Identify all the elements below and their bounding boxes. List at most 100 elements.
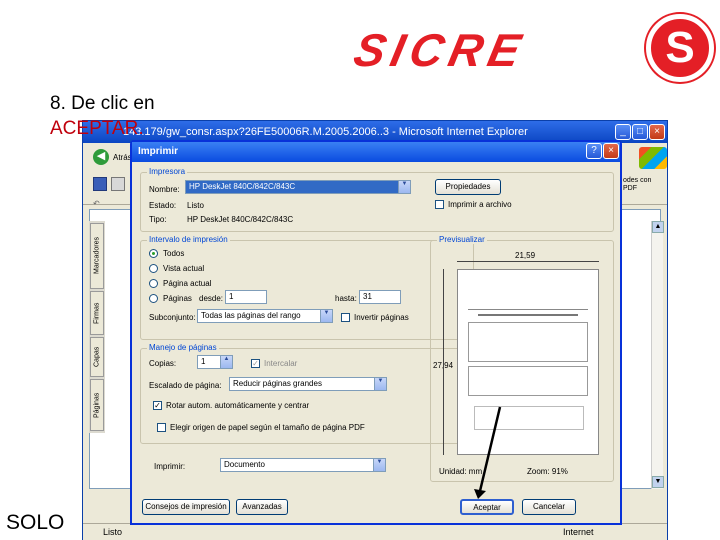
zoom-label: Zoom: 91% xyxy=(527,467,568,476)
chevron-down-icon[interactable]: ▼ xyxy=(373,459,385,471)
printer-group-legend: Impresora xyxy=(147,167,188,176)
type-value: HP DeskJet 840C/842C/843C xyxy=(187,215,294,224)
sicre-logo-text: SICRE xyxy=(349,24,532,76)
copies-input[interactable]: 1 ▲ xyxy=(197,355,233,369)
preview-group: Previsualizar 21,59 27,94 Unidad: mm Zoo… xyxy=(430,235,614,482)
print-what-select[interactable]: Documento ▼ xyxy=(220,458,386,472)
instruction-action-text: ACEPTAR. xyxy=(50,118,144,139)
preview-form-box xyxy=(468,322,588,362)
vertical-scrollbar[interactable]: ▲ ▼ xyxy=(651,221,664,489)
collate-checkbox[interactable]: ✓ xyxy=(251,359,260,368)
tab-signatures[interactable]: Firmas xyxy=(90,291,104,335)
to-label: hasta: xyxy=(335,294,357,303)
preview-legend: Previsualizar xyxy=(437,235,487,244)
reverse-pages-label: Invertir páginas xyxy=(354,313,409,322)
collate-label: Intercalar xyxy=(264,359,298,368)
preview-table xyxy=(468,366,588,396)
advanced-button[interactable]: Avanzadas xyxy=(236,499,288,515)
status-label: Estado: xyxy=(149,201,177,210)
range-pages-label: Páginas xyxy=(163,294,192,303)
type-label: Tipo: xyxy=(149,215,167,224)
copies-label: Copias: xyxy=(149,359,177,368)
page-handling-group: Manejo de páginas Copias: 1 ▲ ✓ Intercal… xyxy=(140,343,474,444)
printer-name-value: HP DeskJet 840C/842C/843C xyxy=(189,182,296,191)
chevron-down-icon[interactable]: ▼ xyxy=(374,378,386,390)
paper-source-checkbox[interactable] xyxy=(157,423,166,432)
status-text: Listo xyxy=(103,527,123,537)
range-current-page-label: Página actual xyxy=(163,279,212,288)
print-range-group: Intervalo de impresión Todos Vista actua… xyxy=(140,235,474,340)
close-window-button[interactable]: × xyxy=(649,124,665,140)
print-dialog: Imprimir ? × Impresora Nombre: HP DeskJe… xyxy=(130,140,622,525)
print-tips-button[interactable]: Consejos de impresión xyxy=(142,499,230,515)
scroll-up-icon[interactable]: ▲ xyxy=(652,221,664,233)
dialog-close-button[interactable]: × xyxy=(603,143,619,159)
name-label: Nombre: xyxy=(149,185,180,194)
page-handling-legend: Manejo de páginas xyxy=(147,343,219,352)
to-input[interactable]: 31 xyxy=(359,290,401,304)
subset-label: Subconjunto: xyxy=(149,313,196,322)
footer-label: SOLO xyxy=(6,511,65,534)
navigation-tabs: Marcadores Firmas Capas Páginas xyxy=(89,221,105,433)
reverse-pages-checkbox[interactable] xyxy=(341,313,350,322)
subset-select[interactable]: Todas las páginas del rango ▼ xyxy=(197,309,333,323)
range-all-radio[interactable] xyxy=(149,249,158,258)
side-hint-2: PDF xyxy=(623,185,637,192)
tab-bookmarks[interactable]: Marcadores xyxy=(90,223,104,289)
maximize-button[interactable]: □ xyxy=(632,124,648,140)
print-what-value: Documento xyxy=(224,460,265,469)
range-view-label: Vista actual xyxy=(163,264,205,273)
undo-icon[interactable]: ↶ xyxy=(93,199,100,208)
scaling-value: Reducir páginas grandes xyxy=(233,379,322,388)
status-value: Listo xyxy=(187,201,204,210)
cancel-button[interactable]: Cancelar xyxy=(522,499,576,515)
range-current-page-radio[interactable] xyxy=(149,279,158,288)
minimize-button[interactable]: _ xyxy=(615,124,631,140)
side-hint-1: odes con xyxy=(623,177,652,184)
printer-group: Impresora Nombre: HP DeskJet 840C/842C/8… xyxy=(140,167,614,232)
subset-value: Todas las páginas del rango xyxy=(201,311,301,320)
instruction-text: 8. De clic en xyxy=(50,93,155,114)
pointer-arrow-icon xyxy=(474,406,502,499)
range-all-label: Todos xyxy=(163,249,185,258)
accept-button[interactable]: Aceptar xyxy=(460,499,514,515)
preview-width-label: 21,59 xyxy=(515,251,536,260)
print-range-legend: Intervalo de impresión xyxy=(147,235,230,244)
back-arrow-icon[interactable]: ◀ xyxy=(93,149,109,165)
sicre-logo-icon: S xyxy=(646,14,714,82)
print-to-file-label: Imprimir a archivo xyxy=(448,200,512,209)
preview-line xyxy=(478,314,578,316)
internet-zone: Internet xyxy=(563,527,594,537)
print-what-label: Imprimir: xyxy=(154,462,186,471)
print-to-file-checkbox[interactable] xyxy=(435,200,444,209)
preview-header xyxy=(468,292,588,310)
logo-mark: S xyxy=(665,23,695,72)
printer-name-select[interactable]: HP DeskJet 840C/842C/843C ▼ xyxy=(185,180,411,194)
autorotate-checkbox[interactable]: ✓ xyxy=(153,401,162,410)
slide: SICRE S 8. De clic en 143.179/gw_consr.a… xyxy=(0,0,720,540)
paper-source-label: Elegir origen de papel según el tamaño d… xyxy=(170,423,365,432)
chevron-down-icon[interactable]: ▼ xyxy=(320,310,332,322)
range-pages-radio[interactable] xyxy=(149,294,158,303)
range-view-radio[interactable] xyxy=(149,264,158,273)
autorotate-label: Rotar autom. automáticamente y centrar xyxy=(166,401,310,410)
save-icon[interactable] xyxy=(93,177,107,191)
help-button[interactable]: ? xyxy=(586,143,602,159)
height-dimension-line xyxy=(443,269,444,455)
from-label: desde: xyxy=(199,294,224,303)
from-input[interactable]: 1 xyxy=(225,290,267,304)
print-icon[interactable] xyxy=(111,177,125,191)
windows-logo-icon xyxy=(639,147,667,169)
copies-value: 1 xyxy=(201,357,206,366)
back-label: Atrás xyxy=(113,153,132,162)
properties-button[interactable]: Propiedades xyxy=(435,179,501,195)
status-bar: Listo Internet xyxy=(83,523,667,540)
chevron-down-icon[interactable]: ▼ xyxy=(398,181,410,193)
tab-layers[interactable]: Capas xyxy=(90,337,104,377)
scroll-down-icon[interactable]: ▼ xyxy=(652,476,664,488)
width-dimension-line xyxy=(457,261,599,262)
tab-pages[interactable]: Páginas xyxy=(90,379,104,431)
spinner-icon[interactable]: ▲ xyxy=(220,356,232,368)
dialog-title: Imprimir xyxy=(132,142,620,162)
scaling-select[interactable]: Reducir páginas grandes ▼ xyxy=(229,377,387,391)
